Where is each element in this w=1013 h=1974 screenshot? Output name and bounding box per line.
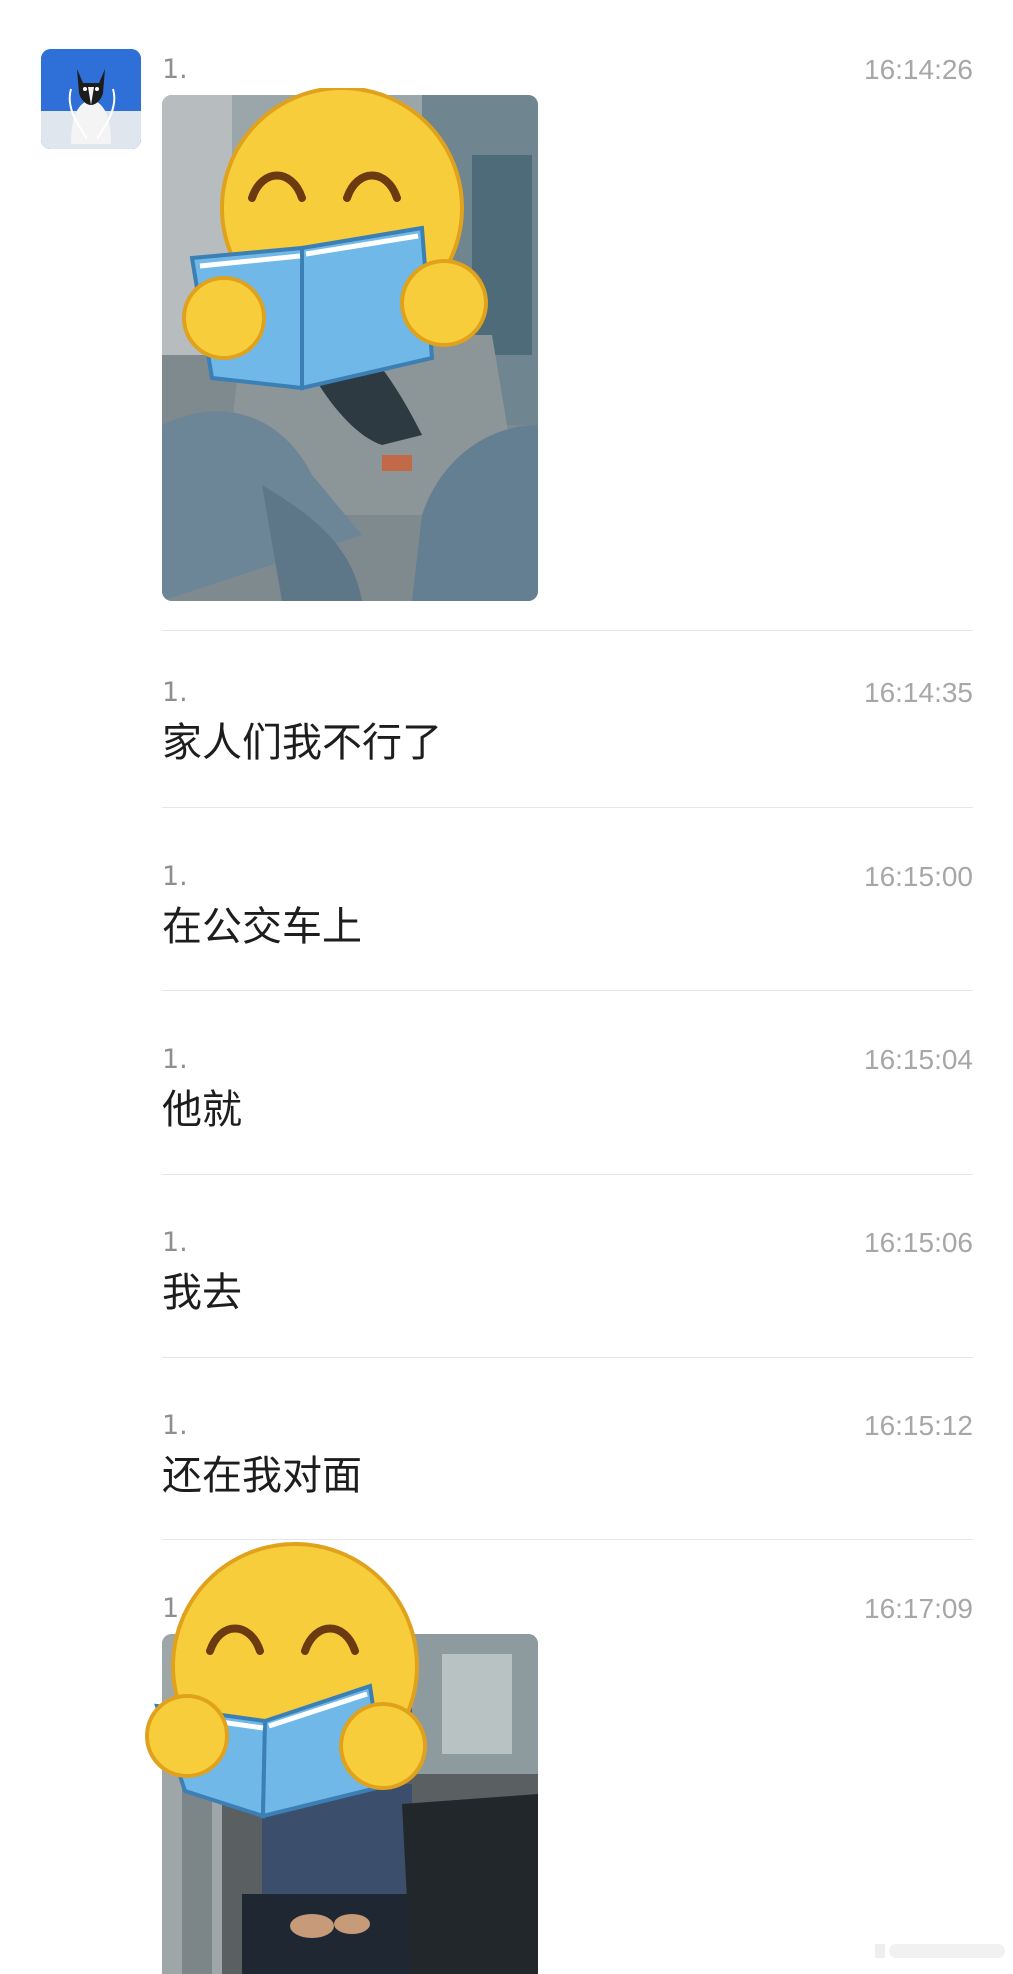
message-text[interactable]: 我去 [162,1268,242,1318]
sender-name: 1. [162,1227,188,1258]
message-item: 1. 16:14:35 家人们我不行了 [162,678,973,778]
message-text[interactable]: 还在我对面 [162,1451,362,1501]
message-time: 16:14:35 [864,677,973,708]
message-divider [162,630,973,631]
sender-name: 1. [162,1410,188,1441]
message-time: 16:17:09 [864,1593,973,1624]
message-divider [162,1357,973,1358]
message-item: 1. 16:15:12 还在我对面 [162,1411,973,1511]
sender-avatar[interactable] [41,49,141,149]
gesture-indicator[interactable] [875,1940,1005,1962]
message-time: 16:14:26 [864,54,973,85]
message-time: 16:15:00 [864,861,973,892]
message-divider [162,990,973,991]
message-text[interactable]: 在公交车上 [162,902,362,952]
reading-smiley-emoji-icon [182,88,488,391]
message-item: 1. 16:15:06 我去 [162,1228,973,1328]
sender-name: 1. [162,677,188,708]
message-time: 16:15:12 [864,1410,973,1441]
sender-name: 1. [162,861,188,892]
message-item: 1. 16:15:04 他就 [162,1045,973,1145]
sender-name: 1. [162,1044,188,1075]
dog-avatar-icon [41,49,141,149]
message-divider [162,807,973,808]
message-time: 16:15:06 [864,1227,973,1258]
message-time: 16:15:04 [864,1044,973,1075]
reading-smiley-emoji-icon [145,1542,427,1819]
message-item: 1. 16:15:00 在公交车上 [162,862,973,962]
message-divider [162,1174,973,1175]
sender-name: 1. [162,54,188,85]
message-text[interactable]: 家人们我不行了 [162,718,442,768]
message-text[interactable]: 他就 [162,1085,242,1135]
